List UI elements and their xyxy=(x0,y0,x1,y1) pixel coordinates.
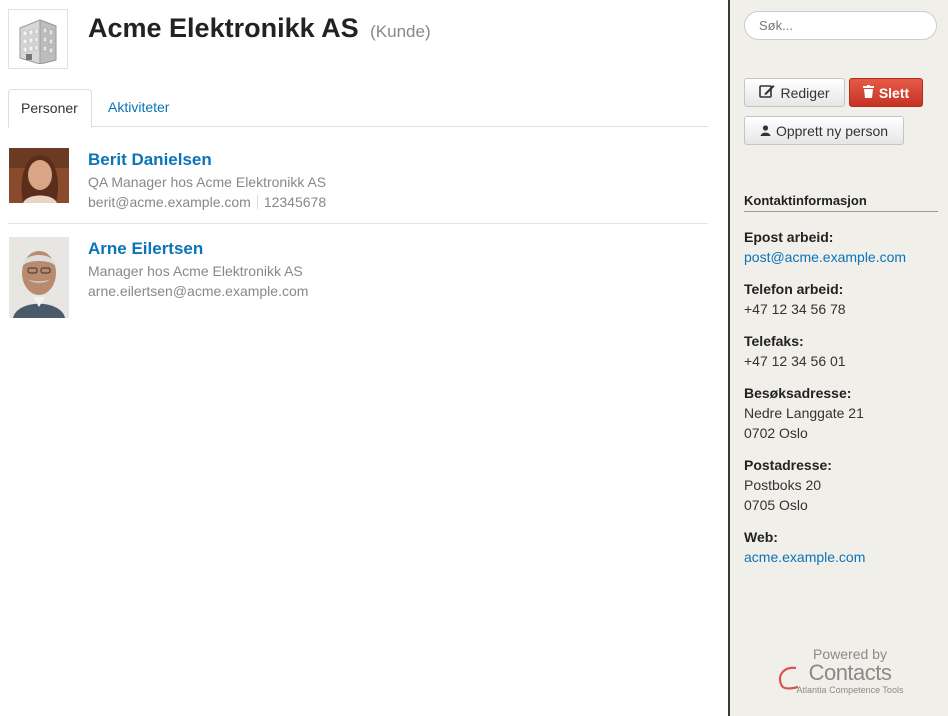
sidebar: Rediger Slett Opprett ny person Kontakti… xyxy=(728,0,948,716)
postal-address-label: Postadresse: xyxy=(744,457,832,473)
work-phone-field: Telefon arbeid: +47 12 34 56 78 xyxy=(744,279,846,319)
add-person-button[interactable]: Opprett ny person xyxy=(744,116,904,145)
web-link[interactable]: acme.example.com xyxy=(744,547,865,567)
visit-address-line1: Nedre Langgate 21 xyxy=(744,405,864,421)
fax-label: Telefaks: xyxy=(744,333,804,349)
avatar[interactable] xyxy=(9,237,69,318)
work-email-label: Epost arbeid: xyxy=(744,229,834,245)
add-person-label: Opprett ny person xyxy=(775,122,889,139)
company-type: (Kunde) xyxy=(370,22,431,41)
visit-address-line2: 0702 Oslo xyxy=(744,425,808,441)
visit-address-field: Besøksadresse: Nedre Langgate 21 0702 Os… xyxy=(744,383,864,443)
fax-field: Telefaks: +47 12 34 56 01 xyxy=(744,331,846,371)
page-title: Acme Elektronikk AS (Kunde) xyxy=(88,13,431,44)
person-name[interactable]: Arne Eilertsen xyxy=(88,239,203,259)
fax-value: +47 12 34 56 01 xyxy=(744,353,846,369)
contact-heading: Kontaktinformasjon xyxy=(744,193,938,212)
person-contact: arne.eilertsen@acme.example.com xyxy=(88,283,308,299)
person-phone[interactable]: 12345678 xyxy=(264,194,326,210)
avatar[interactable] xyxy=(9,148,69,203)
powered-by: Powered by Contacts Atlantia Competence … xyxy=(778,646,920,695)
person-email[interactable]: arne.eilertsen@acme.example.com xyxy=(88,283,308,299)
company-name: Acme Elektronikk AS xyxy=(88,13,359,43)
person-contact: berit@acme.example.com 12345678 xyxy=(88,194,326,210)
list-item: Arne Eilertsen Manager hos Acme Elektron… xyxy=(8,236,708,318)
postal-address-line1: Postboks 20 xyxy=(744,477,822,493)
work-phone-label: Telefon arbeid: xyxy=(744,281,844,297)
list-item: Berit Danielsen QA Manager hos Acme Elek… xyxy=(8,147,708,224)
edit-button[interactable]: Rediger xyxy=(744,78,845,107)
delete-label: Slett xyxy=(878,84,910,101)
web-field: Web: acme.example.com xyxy=(744,527,865,567)
web-label: Web: xyxy=(744,529,778,545)
person-title: Manager hos Acme Elektronikk AS xyxy=(88,263,303,279)
brand-name: Contacts xyxy=(808,660,892,685)
tab-aktiviteter[interactable]: Aktiviteter xyxy=(96,89,181,127)
edit-icon xyxy=(759,84,775,102)
tab-personer[interactable]: Personer xyxy=(8,89,92,128)
swoosh-icon xyxy=(778,666,799,690)
person-name[interactable]: Berit Danielsen xyxy=(88,150,212,170)
tab-bar: Personer Aktiviteter xyxy=(8,89,708,128)
divider xyxy=(256,195,258,209)
visit-address-label: Besøksadresse: xyxy=(744,385,852,401)
work-phone-value: +47 12 34 56 78 xyxy=(744,301,846,317)
postal-address-field: Postadresse: Postboks 20 0705 Oslo xyxy=(744,455,832,515)
user-icon xyxy=(760,123,771,139)
postal-address-line2: 0705 Oslo xyxy=(744,497,808,513)
person-email[interactable]: berit@acme.example.com xyxy=(88,194,251,210)
brand-logo: Contacts xyxy=(778,660,920,690)
delete-button[interactable]: Slett xyxy=(849,78,923,107)
main-content: Acme Elektronikk AS (Kunde) Personer Akt… xyxy=(0,0,728,716)
edit-label: Rediger xyxy=(780,84,830,101)
work-email-link[interactable]: post@acme.example.com xyxy=(744,247,906,267)
building-icon xyxy=(8,9,68,69)
person-title: QA Manager hos Acme Elektronikk AS xyxy=(88,174,327,190)
search-input[interactable] xyxy=(744,11,937,40)
work-email-field: Epost arbeid: post@acme.example.com xyxy=(744,227,906,267)
trash-icon xyxy=(862,84,874,101)
